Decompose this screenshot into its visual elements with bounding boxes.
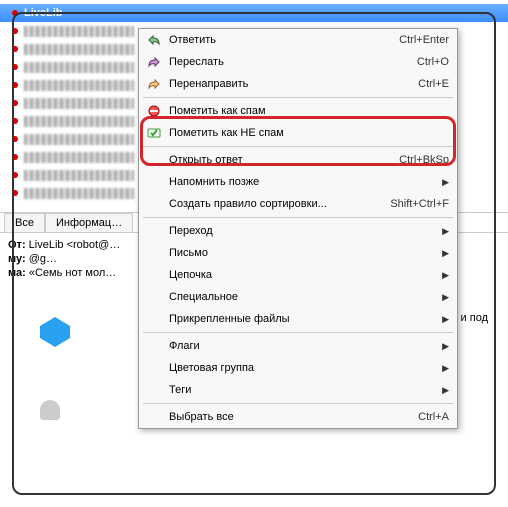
to-value: @g… — [29, 253, 57, 265]
submenu-arrow-icon: ▶ — [441, 248, 449, 259]
menu-separator — [143, 332, 453, 333]
subject-value: «Семь нот мол… — [29, 267, 116, 279]
tab-info[interactable]: Информац… — [45, 213, 133, 232]
menu-separator — [143, 97, 453, 98]
menu-separator — [143, 146, 453, 147]
menu-message[interactable]: Письмо ▶ — [139, 242, 457, 264]
not-spam-icon — [145, 125, 163, 141]
menu-goto[interactable]: Переход ▶ — [139, 220, 457, 242]
submenu-arrow-icon: ▶ — [441, 292, 449, 303]
redirect-icon — [145, 76, 163, 92]
from-label: От: — [8, 239, 26, 251]
submenu-arrow-icon: ▶ — [441, 363, 449, 374]
forward-icon — [145, 54, 163, 70]
message-sender: LiveLib — [24, 7, 63, 19]
submenu-arrow-icon: ▶ — [441, 341, 449, 352]
tab-all[interactable]: Все — [4, 213, 45, 232]
from-value: LiveLib <robot@… — [29, 239, 121, 251]
menu-separator — [143, 217, 453, 218]
menu-reply[interactable]: Ответить Ctrl+Enter — [139, 29, 457, 51]
to-label: му: — [8, 253, 26, 265]
menu-redirect[interactable]: Перенаправить Ctrl+E — [139, 73, 457, 95]
menu-separator — [143, 403, 453, 404]
menu-mark-spam[interactable]: Пометить как спам — [139, 100, 457, 122]
menu-sort-rule[interactable]: Создать правило сортировки... Shift+Ctrl… — [139, 193, 457, 215]
menu-special[interactable]: Специальное ▶ — [139, 286, 457, 308]
submenu-arrow-icon: ▶ — [441, 270, 449, 281]
menu-flags[interactable]: Флаги ▶ — [139, 335, 457, 357]
preview-text: и под — [461, 312, 488, 324]
spam-icon — [145, 103, 163, 119]
menu-attachments[interactable]: Прикрепленные файлы ▶ — [139, 308, 457, 330]
menu-thread[interactable]: Цепочка ▶ — [139, 264, 457, 286]
menu-forward[interactable]: Переслать Ctrl+O — [139, 51, 457, 73]
submenu-arrow-icon: ▶ — [441, 385, 449, 396]
reply-icon — [145, 32, 163, 48]
submenu-arrow-icon: ▶ — [441, 177, 449, 188]
menu-open-reply[interactable]: Открыть ответ Ctrl+BkSp — [139, 149, 457, 171]
context-menu: Ответить Ctrl+Enter Переслать Ctrl+O Пер… — [138, 28, 458, 429]
message-row[interactable]: LiveLib — [0, 4, 508, 22]
bell-icon — [40, 400, 60, 420]
unread-dot-icon — [12, 10, 18, 16]
logo-icon — [40, 317, 70, 347]
menu-remind[interactable]: Напомнить позже ▶ — [139, 171, 457, 193]
menu-select-all[interactable]: Выбрать все Ctrl+A — [139, 406, 457, 428]
menu-mark-not-spam[interactable]: Пометить как НЕ спам — [139, 122, 457, 144]
submenu-arrow-icon: ▶ — [441, 314, 449, 325]
menu-color-group[interactable]: Цветовая группа ▶ — [139, 357, 457, 379]
menu-tags[interactable]: Теги ▶ — [139, 379, 457, 401]
submenu-arrow-icon: ▶ — [441, 226, 449, 237]
subject-label: ма: — [8, 267, 26, 279]
